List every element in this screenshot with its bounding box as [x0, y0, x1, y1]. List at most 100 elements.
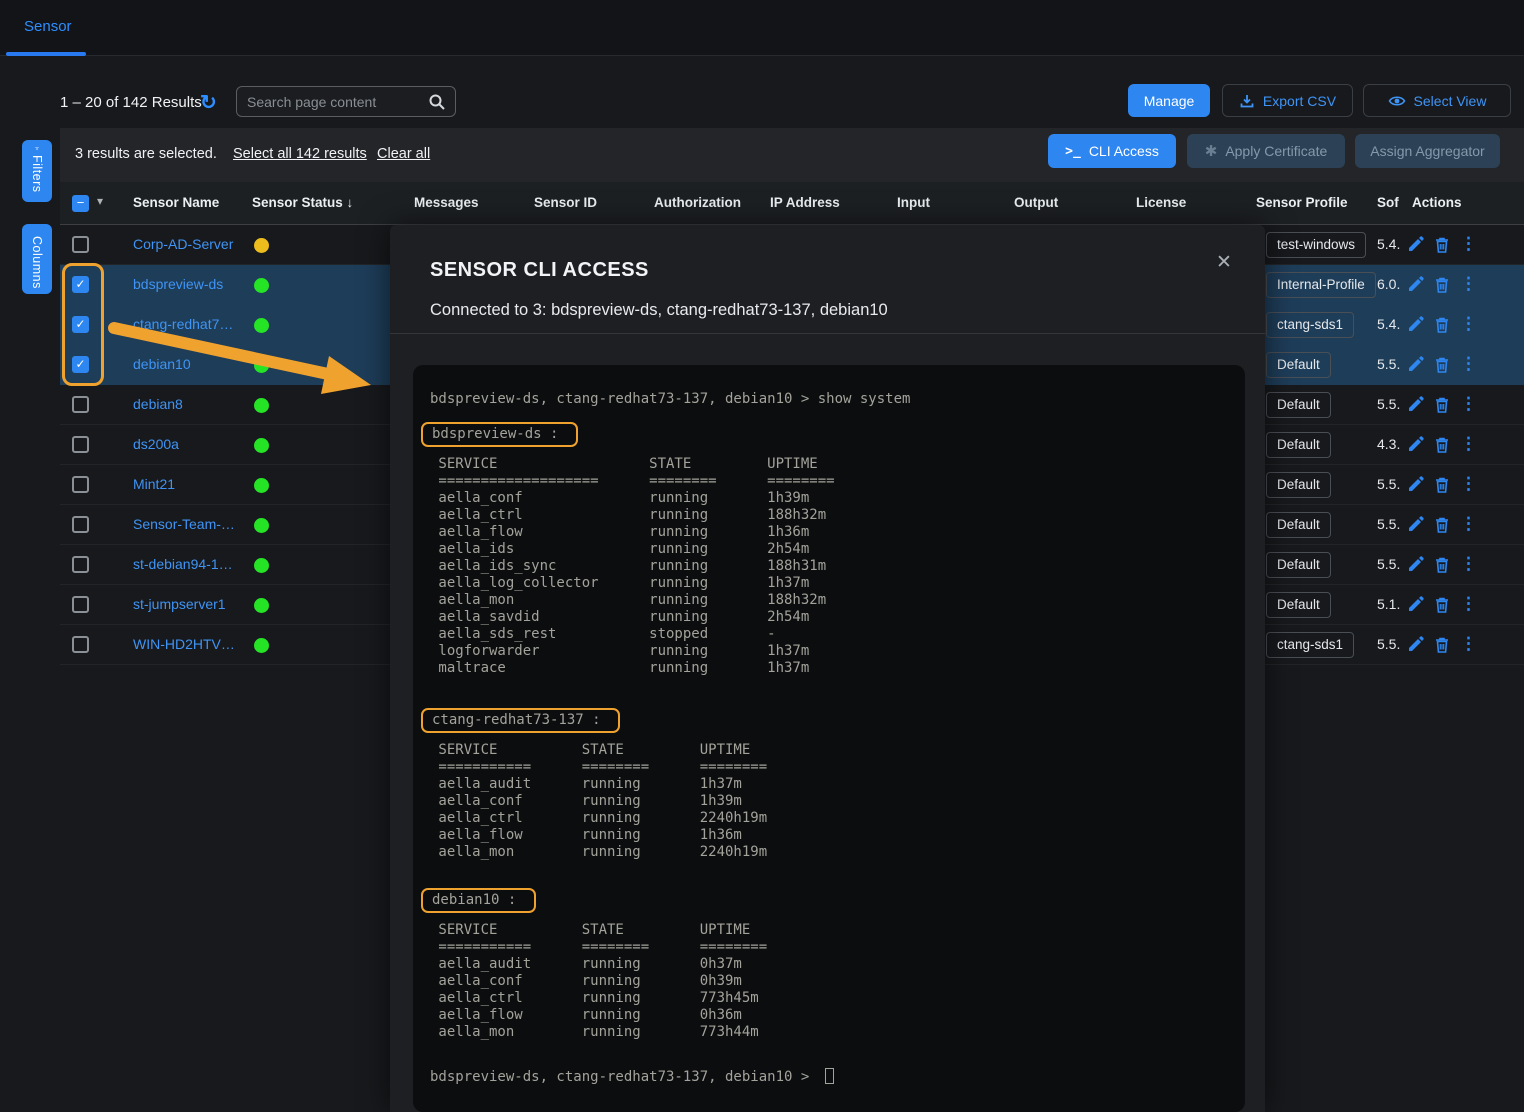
sensor-profile-chip[interactable]: Default — [1266, 352, 1331, 378]
row-checkbox[interactable] — [72, 556, 89, 573]
column-header-messages[interactable]: Messages — [414, 195, 479, 210]
edit-pencil-icon[interactable] — [1407, 436, 1424, 453]
edit-pencil-icon[interactable] — [1407, 356, 1424, 373]
sensor-name-link[interactable]: Mint21 — [133, 476, 251, 492]
edit-pencil-icon[interactable] — [1407, 476, 1424, 493]
edit-pencil-icon[interactable] — [1407, 636, 1424, 653]
edit-pencil-icon[interactable] — [1407, 396, 1424, 413]
sensor-profile-chip[interactable]: Default — [1266, 512, 1331, 538]
clear-all-link[interactable]: Clear all — [377, 146, 430, 162]
more-actions-kebab-icon[interactable]: ⋮ — [1460, 634, 1477, 654]
export-csv-button[interactable]: Export CSV — [1222, 84, 1353, 117]
search-icon[interactable] — [428, 93, 446, 111]
delete-trash-icon[interactable] — [1434, 316, 1450, 333]
close-icon[interactable]: ✕ — [1216, 251, 1232, 274]
more-actions-kebab-icon[interactable]: ⋮ — [1460, 474, 1477, 494]
cli-terminal[interactable]: bdspreview-ds, ctang-redhat73-137, debia… — [413, 365, 1245, 1112]
delete-trash-icon[interactable] — [1434, 476, 1450, 493]
sensor-name-link[interactable]: bdspreview-ds — [133, 276, 251, 292]
tab-sensor[interactable]: Sensor — [24, 18, 72, 35]
chevron-down-icon[interactable]: ▾ — [97, 194, 103, 208]
row-checkbox[interactable] — [72, 596, 89, 613]
sensor-profile-chip[interactable]: Default — [1266, 392, 1331, 418]
sensor-profile-chip[interactable]: test-windows — [1266, 232, 1366, 258]
more-actions-kebab-icon[interactable]: ⋮ — [1460, 394, 1477, 414]
column-header-license[interactable]: License — [1136, 195, 1186, 210]
column-header-sof[interactable]: Sof — [1377, 195, 1399, 210]
row-checkbox[interactable] — [72, 436, 89, 453]
select-all-link[interactable]: Select all 142 results — [233, 146, 367, 162]
row-checkbox[interactable]: ✓ — [72, 356, 89, 373]
row-checkbox[interactable] — [72, 476, 89, 493]
sensor-profile-chip[interactable]: Default — [1266, 432, 1331, 458]
sensor-status-dot — [254, 598, 269, 613]
row-checkbox[interactable] — [72, 236, 89, 253]
row-checkbox[interactable] — [72, 516, 89, 533]
edit-pencil-icon[interactable] — [1407, 596, 1424, 613]
row-checkbox[interactable]: ✓ — [72, 276, 89, 293]
column-header-input[interactable]: Input — [897, 195, 930, 210]
delete-trash-icon[interactable] — [1434, 436, 1450, 453]
sensor-name-link[interactable]: st-jumpserver1 — [133, 596, 251, 612]
sensor-profile-chip[interactable]: Default — [1266, 592, 1331, 618]
filters-button[interactable]: Filters — [22, 140, 52, 202]
row-checkbox[interactable] — [72, 636, 89, 653]
delete-trash-icon[interactable] — [1434, 516, 1450, 533]
sensor-name-link[interactable]: st-debian94-1… — [133, 556, 251, 572]
column-header-sensor-status[interactable]: Sensor Status ↓ — [252, 195, 353, 210]
select-view-button[interactable]: Select View — [1363, 84, 1511, 117]
column-header-output[interactable]: Output — [1014, 195, 1058, 210]
terminal-host-label: bdspreview-ds : — [421, 422, 578, 447]
column-header-sensor-id[interactable]: Sensor ID — [534, 195, 597, 210]
sensor-profile-chip[interactable]: Internal-Profile — [1266, 272, 1376, 298]
column-header-ip-address[interactable]: IP Address — [770, 195, 840, 210]
delete-trash-icon[interactable] — [1434, 396, 1450, 413]
sensor-profile-chip[interactable]: ctang-sds1 — [1266, 312, 1354, 338]
sensor-profile-chip[interactable]: Default — [1266, 472, 1331, 498]
sensor-name-link[interactable]: ds200a — [133, 436, 251, 452]
sensor-name-link[interactable]: debian8 — [133, 396, 251, 412]
edit-pencil-icon[interactable] — [1407, 236, 1424, 253]
delete-trash-icon[interactable] — [1434, 236, 1450, 253]
sensor-status-dot — [254, 478, 269, 493]
search-input[interactable] — [247, 87, 422, 116]
more-actions-kebab-icon[interactable]: ⋮ — [1460, 274, 1477, 294]
column-header-authorization[interactable]: Authorization — [654, 195, 741, 210]
edit-pencil-icon[interactable] — [1407, 556, 1424, 573]
delete-trash-icon[interactable] — [1434, 596, 1450, 613]
sensor-name-link[interactable]: ctang-redhat7… — [133, 316, 251, 332]
sensor-status-dot — [254, 558, 269, 573]
column-header-sensor-name[interactable]: Sensor Name — [133, 195, 219, 210]
edit-pencil-icon[interactable] — [1407, 276, 1424, 293]
refresh-icon[interactable]: ↻ — [200, 90, 217, 115]
row-checkbox[interactable] — [72, 396, 89, 413]
apply-certificate-button[interactable]: ✱ Apply Certificate — [1187, 134, 1345, 168]
select-all-checkbox[interactable]: − — [72, 195, 89, 212]
sensor-name-link[interactable]: debian10 — [133, 356, 251, 372]
columns-button[interactable]: Columns — [22, 224, 52, 294]
column-header-actions[interactable]: Actions — [1412, 195, 1462, 210]
column-header-sensor-profile[interactable]: Sensor Profile — [1256, 195, 1348, 210]
delete-trash-icon[interactable] — [1434, 556, 1450, 573]
sensor-name-link[interactable]: Sensor-Team-… — [133, 516, 251, 532]
more-actions-kebab-icon[interactable]: ⋮ — [1460, 234, 1477, 254]
more-actions-kebab-icon[interactable]: ⋮ — [1460, 554, 1477, 574]
sensor-name-link[interactable]: WIN-HD2HTV… — [133, 636, 251, 652]
sensor-profile-chip[interactable]: ctang-sds1 — [1266, 632, 1354, 658]
assign-aggregator-button[interactable]: Assign Aggregator — [1355, 134, 1500, 168]
more-actions-kebab-icon[interactable]: ⋮ — [1460, 594, 1477, 614]
more-actions-kebab-icon[interactable]: ⋮ — [1460, 314, 1477, 334]
sensor-profile-chip[interactable]: Default — [1266, 552, 1331, 578]
more-actions-kebab-icon[interactable]: ⋮ — [1460, 434, 1477, 454]
more-actions-kebab-icon[interactable]: ⋮ — [1460, 354, 1477, 374]
delete-trash-icon[interactable] — [1434, 636, 1450, 653]
sensor-name-link[interactable]: Corp-AD-Server — [133, 236, 251, 252]
manage-button[interactable]: Manage — [1128, 84, 1210, 117]
delete-trash-icon[interactable] — [1434, 356, 1450, 373]
delete-trash-icon[interactable] — [1434, 276, 1450, 293]
cli-access-button[interactable]: >_ CLI Access — [1048, 134, 1176, 168]
row-checkbox[interactable]: ✓ — [72, 316, 89, 333]
more-actions-kebab-icon[interactable]: ⋮ — [1460, 514, 1477, 534]
edit-pencil-icon[interactable] — [1407, 516, 1424, 533]
edit-pencil-icon[interactable] — [1407, 316, 1424, 333]
